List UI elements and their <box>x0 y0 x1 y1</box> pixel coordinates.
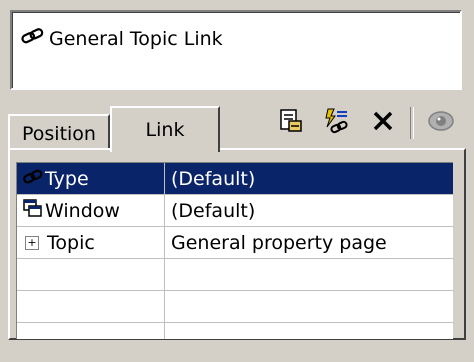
tab-position[interactable]: Position <box>8 114 110 152</box>
property-name-cell: + Topic <box>17 227 165 258</box>
link-title-box: General Topic Link <box>10 10 462 90</box>
link-list-icon <box>323 107 351 140</box>
empty-cell <box>165 291 453 322</box>
tab-link[interactable]: Link <box>110 106 220 152</box>
toolbar <box>272 104 460 142</box>
property-row-window[interactable]: Window (Default) <box>17 195 453 227</box>
empty-row <box>17 323 453 339</box>
tab-position-label: Position <box>22 123 96 145</box>
empty-cell <box>17 323 165 339</box>
delete-button[interactable] <box>364 105 402 141</box>
link-title: General Topic Link <box>49 27 223 50</box>
chain-link-icon <box>21 27 45 50</box>
property-name-cell: Window <box>17 195 165 226</box>
property-name: Window <box>45 199 120 222</box>
property-value-cell[interactable]: (Default) <box>165 195 453 226</box>
property-name-cell: Type <box>17 163 165 194</box>
eye-icon <box>427 107 455 140</box>
property-value: (Default) <box>171 167 256 190</box>
empty-cell <box>17 259 165 290</box>
properties-button[interactable] <box>272 105 310 141</box>
property-grid: Type (Default) Window (Default) + Topic … <box>16 162 453 339</box>
chain-link-icon <box>23 168 43 190</box>
window-icon <box>23 199 43 222</box>
tab-link-label: Link <box>145 119 185 141</box>
property-panel: Type (Default) Window (Default) + Topic … <box>8 148 466 340</box>
view-button[interactable] <box>422 105 460 141</box>
empty-row <box>17 259 453 291</box>
plus-expander-icon[interactable]: + <box>25 235 39 250</box>
link-list-button[interactable] <box>318 105 356 141</box>
empty-row <box>17 291 453 323</box>
empty-cell <box>17 291 165 322</box>
empty-cell <box>165 323 453 339</box>
property-value: (Default) <box>171 199 256 222</box>
property-value: General property page <box>171 231 387 254</box>
property-row-type[interactable]: Type (Default) <box>17 163 453 195</box>
property-value-cell[interactable]: (Default) <box>165 163 453 194</box>
property-name: Type <box>45 167 89 190</box>
document-properties-icon <box>277 107 305 140</box>
delete-x-icon <box>371 109 395 138</box>
property-row-topic[interactable]: + Topic General property page <box>17 227 453 259</box>
property-value-cell[interactable]: General property page <box>165 227 453 258</box>
property-name: Topic <box>47 231 95 254</box>
toolbar-separator <box>410 107 414 139</box>
empty-cell <box>165 259 453 290</box>
